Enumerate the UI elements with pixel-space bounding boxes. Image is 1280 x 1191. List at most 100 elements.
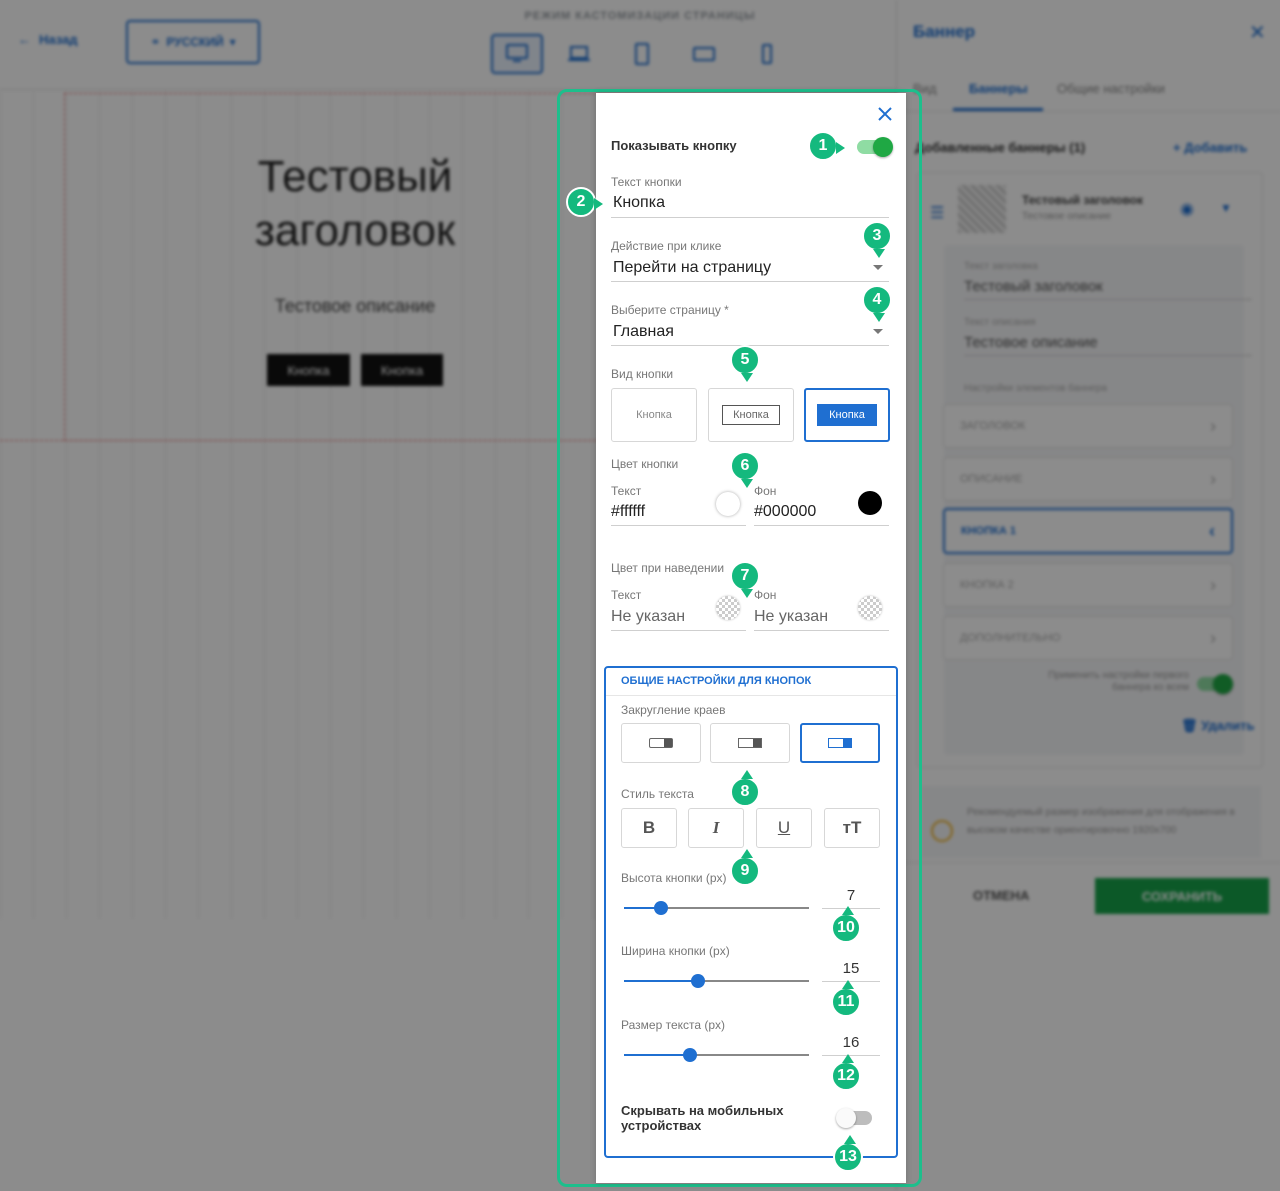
close-icon[interactable] [874, 103, 896, 125]
hover-text-label: Текст [611, 588, 642, 602]
callout-number: 6 [740, 457, 750, 474]
callout-marker-7: 7 [730, 561, 760, 598]
show-button-toggle[interactable] [857, 137, 893, 157]
caret-down-icon[interactable] [873, 265, 883, 270]
callout-pointer [741, 849, 753, 858]
button-settings-popup: Показывать кнопку Текст кнопки Кнопка Де… [596, 93, 906, 1183]
square-corner-icon [828, 738, 852, 748]
callout-pointer [741, 373, 753, 382]
hover-bg-input[interactable]: Не указан [754, 608, 828, 626]
height-label: Высота кнопки (px) [621, 871, 727, 885]
hover-text-swatch[interactable] [716, 596, 740, 620]
input-underline [611, 217, 889, 218]
view-option-text-label: Кнопка [636, 409, 672, 421]
callout-marker-5: 5 [730, 345, 760, 382]
callout-pointer [741, 770, 753, 779]
callout-number: 8 [740, 783, 750, 800]
rounding-option-slight[interactable] [710, 723, 790, 763]
input-underline [611, 630, 746, 631]
view-option-text[interactable]: Кнопка [611, 388, 697, 442]
caret-down-icon[interactable] [873, 329, 883, 334]
callout-number: 9 [740, 862, 750, 879]
italic-button[interactable]: I [688, 808, 744, 848]
rounding-label: Закругление краев [621, 703, 726, 717]
callout-marker-10: 10 [831, 906, 861, 943]
button-view-label: Вид кнопки [611, 367, 674, 381]
callout-pointer [741, 479, 753, 488]
view-option-filled[interactable]: Кнопка [804, 388, 890, 442]
callout-pointer [594, 198, 603, 210]
rounding-option-square[interactable] [800, 723, 880, 763]
width-label: Ширина кнопки (px) [621, 944, 730, 958]
underline-icon: U [777, 818, 791, 837]
button-text-label: Текст кнопки [611, 175, 682, 189]
rounding-option-round[interactable] [621, 723, 701, 763]
select-page-select[interactable]: Главная [613, 323, 674, 341]
show-button-label: Показывать кнопку [611, 138, 737, 153]
font-size-slider-handle[interactable] [683, 1048, 697, 1062]
callout-marker-13: 13 [833, 1135, 863, 1172]
slight-corner-icon [738, 738, 762, 748]
width-slider-handle[interactable] [691, 974, 705, 988]
hover-bg-label: Фон [754, 588, 777, 602]
callout-marker-4: 4 [862, 285, 892, 322]
hide-on-mobile-label: Скрывать на мобильных устройствах [621, 1103, 784, 1133]
underline-button[interactable]: U [756, 808, 812, 848]
view-option-outline[interactable]: Кнопка [708, 388, 794, 442]
callout-pointer [873, 313, 885, 322]
toggle-knob [873, 137, 893, 157]
bg-color-input[interactable]: #000000 [754, 503, 816, 521]
text-transform-button[interactable]: тT [824, 808, 880, 848]
view-option-filled-label: Кнопка [817, 404, 877, 426]
input-underline [611, 525, 746, 526]
hover-text-input[interactable]: Не указан [611, 608, 685, 626]
rounded-corner-icon [649, 738, 673, 748]
callout-marker-1: 1 [808, 131, 845, 161]
callout-number: 12 [837, 1067, 855, 1084]
callout-pointer [842, 906, 854, 915]
button-text-input[interactable]: Кнопка [613, 194, 665, 212]
click-action-select[interactable]: Перейти на страницу [613, 259, 771, 277]
click-action-label: Действие при клике [611, 239, 722, 253]
toggle-knob [836, 1108, 856, 1128]
view-option-outline-label: Кнопка [722, 405, 780, 425]
select-page-label: Выберите страницу * [611, 303, 729, 317]
callout-pointer [844, 1135, 856, 1144]
callout-pointer [836, 142, 845, 154]
width-slider-fill [624, 980, 698, 982]
hover-bg-swatch[interactable] [858, 596, 882, 620]
callout-marker-8: 8 [730, 770, 760, 807]
bg-color-swatch[interactable] [858, 491, 882, 515]
text-color-label: Текст [611, 484, 642, 498]
bold-button[interactable]: B [621, 808, 677, 848]
callout-pointer [842, 980, 854, 989]
callout-marker-11: 11 [831, 980, 861, 1017]
font-size-input[interactable]: 16 [822, 1034, 880, 1056]
input-underline [611, 281, 889, 282]
general-settings-title: ОБЩИЕ НАСТРОЙКИ ДЛЯ КНОПОК [621, 675, 812, 687]
font-size-slider-fill [624, 1054, 690, 1056]
italic-icon: I [712, 818, 720, 837]
text-color-swatch[interactable] [716, 492, 740, 516]
callout-marker-9: 9 [730, 849, 760, 886]
callout-number: 3 [872, 227, 882, 244]
callout-number: 4 [872, 291, 882, 308]
bg-color-label: Фон [754, 484, 777, 498]
callout-number: 13 [839, 1148, 857, 1165]
callout-marker-12: 12 [831, 1054, 861, 1091]
bold-icon: B [642, 818, 656, 837]
callout-number: 1 [818, 137, 828, 154]
callout-pointer [842, 1054, 854, 1063]
button-color-label: Цвет кнопки [611, 457, 679, 471]
callout-pointer [873, 249, 885, 258]
width-input[interactable]: 15 [822, 960, 880, 982]
text-style-label: Стиль текста [621, 787, 694, 801]
input-underline [754, 630, 889, 631]
input-underline [754, 525, 889, 526]
hide-on-mobile-toggle[interactable] [836, 1108, 872, 1128]
hover-color-label: Цвет при наведении [611, 561, 725, 575]
text-color-input[interactable]: #ffffff [611, 503, 645, 521]
height-slider-handle[interactable] [654, 901, 668, 915]
callout-number: 7 [740, 567, 750, 584]
callout-number: 5 [740, 351, 750, 368]
